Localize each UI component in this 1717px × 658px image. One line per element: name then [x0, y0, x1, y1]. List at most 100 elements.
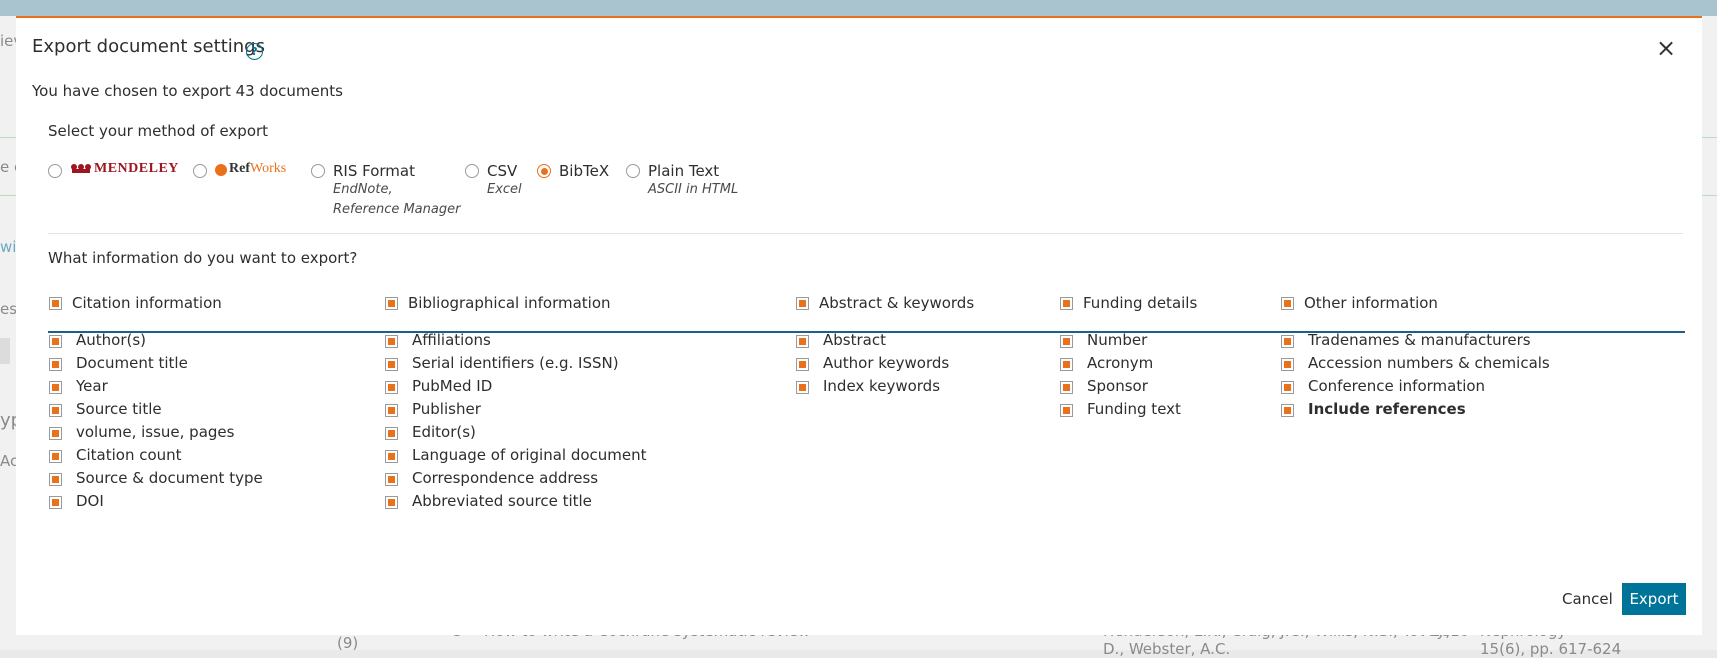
- field-label: Source & document type: [76, 469, 263, 487]
- ris-sub-label: EndNote,: [333, 182, 393, 197]
- export-settings-modal: Export document settings ? × You have ch…: [16, 16, 1702, 635]
- background-box: [0, 338, 10, 364]
- background-divider: [0, 137, 16, 138]
- help-icon[interactable]: ?: [246, 43, 263, 60]
- field-checkbox-publisher[interactable]: [385, 404, 398, 417]
- field-checkbox-source-type[interactable]: [49, 473, 62, 486]
- field-checkbox-document-title[interactable]: [49, 358, 62, 371]
- close-icon[interactable]: ×: [1656, 34, 1676, 62]
- field-label: Document title: [76, 354, 188, 372]
- field-checkbox-include-references[interactable]: [1281, 404, 1294, 417]
- field-checkbox-number[interactable]: [1060, 335, 1073, 348]
- field-label: volume, issue, pages: [76, 423, 235, 441]
- field-label: Funding text: [1087, 400, 1181, 418]
- background-text: wi: [0, 238, 17, 256]
- info-label: What information do you want to export?: [48, 249, 358, 267]
- csv-label: CSV: [487, 162, 518, 180]
- group-header-label: Bibliographical information: [408, 294, 611, 312]
- export-count-text: You have chosen to export 43 documents: [32, 82, 343, 100]
- mendeley-logo-icon: [71, 164, 91, 173]
- group-header-label: Citation information: [72, 294, 222, 312]
- background-divider: [1702, 195, 1717, 196]
- field-label: Number: [1087, 331, 1148, 349]
- field-checkbox-editors[interactable]: [385, 427, 398, 440]
- field-checkbox-citation-count[interactable]: [49, 450, 62, 463]
- bibtex-label: BibTeX: [559, 162, 610, 180]
- field-label: Accession numbers & chemicals: [1308, 354, 1550, 372]
- refworks-radio[interactable]: [193, 164, 207, 178]
- group-checkbox[interactable]: [49, 297, 62, 310]
- field-checkbox-affiliations[interactable]: [385, 335, 398, 348]
- field-checkbox-language[interactable]: [385, 450, 398, 463]
- field-checkbox-pubmed-id[interactable]: [385, 381, 398, 394]
- ris-label: RIS Format: [333, 162, 415, 180]
- background-top-bar: [0, 0, 1717, 16]
- field-checkbox-volume[interactable]: [49, 427, 62, 440]
- field-label: Citation count: [76, 446, 182, 464]
- mendeley-radio[interactable]: [48, 164, 62, 178]
- field-label: Year: [76, 377, 108, 395]
- field-label: Conference information: [1308, 377, 1486, 395]
- field-checkbox-source-title[interactable]: [49, 404, 62, 417]
- field-label: Author keywords: [823, 354, 950, 372]
- background-divider: [1702, 137, 1717, 138]
- field-label: Correspondence address: [412, 469, 599, 487]
- plain-text-sub-label: ASCII in HTML: [648, 182, 739, 197]
- field-label: Sponsor: [1087, 377, 1148, 395]
- field-label: Editor(s): [412, 423, 476, 441]
- field-label: Abstract: [823, 331, 886, 349]
- section-divider: [48, 233, 1683, 234]
- background-divider: [0, 195, 16, 196]
- field-label: Publisher: [412, 400, 481, 418]
- field-label: DOI: [76, 492, 104, 510]
- field-label: PubMed ID: [412, 377, 493, 395]
- group-checkbox[interactable]: [796, 297, 809, 310]
- group-header-label: Abstract & keywords: [819, 294, 975, 312]
- background-text: 15(6), pp. 617-624: [1480, 640, 1622, 658]
- field-label: Affiliations: [412, 331, 491, 349]
- field-checkbox-abbreviated-title[interactable]: [385, 496, 398, 509]
- field-label: Include references: [1308, 400, 1466, 418]
- ris-radio[interactable]: [311, 164, 325, 178]
- field-label: Tradenames & manufacturers: [1308, 331, 1531, 349]
- export-button[interactable]: Export: [1622, 583, 1686, 615]
- field-checkbox-author-keywords[interactable]: [796, 358, 809, 371]
- field-label: Acronym: [1087, 354, 1154, 372]
- field-checkbox-sponsor[interactable]: [1060, 381, 1073, 394]
- refworks-logo-icon: [215, 164, 227, 176]
- field-checkbox-abstract[interactable]: [796, 335, 809, 348]
- field-checkbox-index-keywords[interactable]: [796, 381, 809, 394]
- group-checkbox[interactable]: [1060, 297, 1073, 310]
- cancel-button[interactable]: Cancel: [1562, 590, 1613, 608]
- field-checkbox-conference-info[interactable]: [1281, 381, 1294, 394]
- bibtex-radio[interactable]: [537, 164, 551, 178]
- field-label: Index keywords: [823, 377, 941, 395]
- plain-text-radio[interactable]: [626, 164, 640, 178]
- background-text: es: [0, 300, 18, 318]
- field-label: Serial identifiers (e.g. ISSN): [412, 354, 619, 372]
- field-label: Language of original document: [412, 446, 647, 464]
- background-text: (9): [337, 634, 359, 652]
- field-checkbox-serial-identifiers[interactable]: [385, 358, 398, 371]
- field-checkbox-doi[interactable]: [49, 496, 62, 509]
- field-checkbox-acronym[interactable]: [1060, 358, 1073, 371]
- field-checkbox-accession-numbers[interactable]: [1281, 358, 1294, 371]
- field-checkbox-correspondence[interactable]: [385, 473, 398, 486]
- plain-text-label: Plain Text: [648, 162, 720, 180]
- method-label: Select your method of export: [48, 122, 269, 140]
- field-label: Source title: [76, 400, 162, 418]
- group-header-label: Other information: [1304, 294, 1438, 312]
- group-checkbox[interactable]: [1281, 297, 1294, 310]
- refworks-logo: RefWorks: [229, 161, 287, 176]
- ris-sub-label: Reference Manager: [333, 202, 461, 217]
- field-checkbox-year[interactable]: [49, 381, 62, 394]
- field-checkbox-funding-text[interactable]: [1060, 404, 1073, 417]
- field-label: Abbreviated source title: [412, 492, 592, 510]
- csv-radio[interactable]: [465, 164, 479, 178]
- group-header-label: Funding details: [1083, 294, 1198, 312]
- field-checkbox-tradenames[interactable]: [1281, 335, 1294, 348]
- modal-title: Export document settings: [32, 36, 265, 57]
- field-checkbox-authors[interactable]: [49, 335, 62, 348]
- group-checkbox[interactable]: [385, 297, 398, 310]
- mendeley-logo: MENDELEY: [94, 161, 179, 176]
